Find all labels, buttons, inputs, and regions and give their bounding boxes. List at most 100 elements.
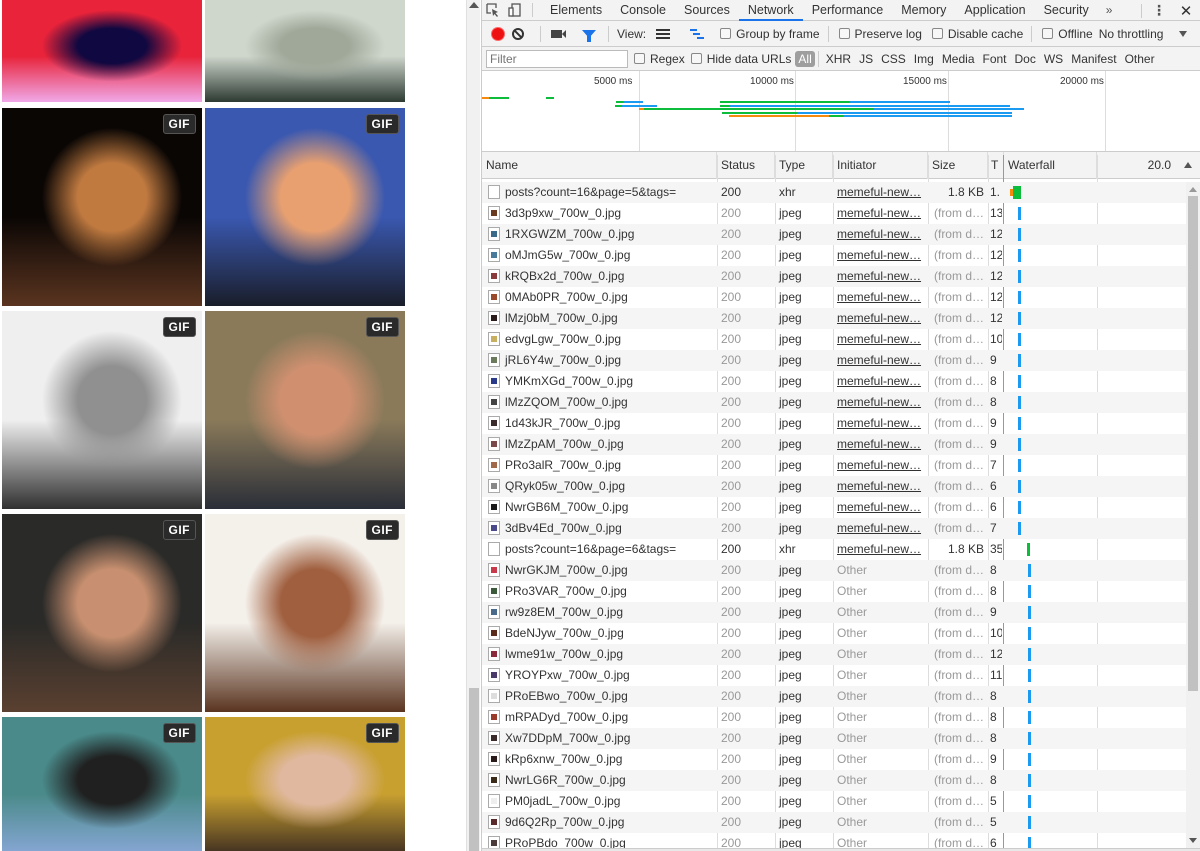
initiator-link[interactable]: memeful-new… — [837, 458, 921, 472]
more-tabs-button[interactable]: » — [1098, 3, 1121, 17]
request-row[interactable]: NwrLG6R_700w_0.jpg 200 jpeg Other (from d… 8 — [482, 770, 1187, 791]
tab-elements[interactable]: Elements — [541, 0, 611, 21]
initiator-link[interactable]: memeful-new… — [837, 248, 921, 262]
request-list-scrollbar[interactable] — [1186, 182, 1200, 851]
request-name-cell[interactable]: 1d43kJR_700w_0.jpg — [482, 413, 717, 434]
request-initiator[interactable]: memeful-new… — [833, 203, 928, 224]
request-row[interactable]: lwme91w_700w_0.jpg 200 jpeg Other (from d… 12 — [482, 644, 1187, 665]
request-name-cell[interactable]: NwrLG6R_700w_0.jpg — [482, 770, 717, 791]
request-name-cell[interactable]: kRp6xnw_700w_0.jpg — [482, 749, 717, 770]
column-header-waterfall[interactable]: Waterfall — [1004, 152, 1097, 179]
record-icon[interactable] — [492, 27, 504, 40]
initiator-link[interactable]: memeful-new… — [837, 416, 921, 430]
request-initiator[interactable]: memeful-new… — [833, 308, 928, 329]
request-row[interactable]: posts?count=16&page=6&tags= 200 xhr memeful… — [482, 539, 1187, 560]
filter-type-all[interactable]: All — [795, 50, 815, 67]
request-row[interactable]: 0MAb0PR_700w_0.jpg 200 jpeg memeful-new… (fr… — [482, 287, 1187, 308]
request-initiator[interactable]: memeful-new… — [833, 266, 928, 287]
filter-type-font[interactable]: Font — [979, 52, 1011, 66]
group-by-frame-checkbox[interactable] — [720, 28, 732, 39]
request-initiator[interactable]: memeful-new… — [833, 371, 928, 392]
request-row[interactable]: NwrGKJM_700w_0.jpg 200 jpeg Other (from d… 8 — [482, 560, 1187, 581]
request-name-cell[interactable]: posts?count=16&page=6&tags= — [482, 539, 717, 560]
close-devtools-icon[interactable]: ✕ — [1176, 2, 1196, 20]
request-row[interactable]: kRp6xnw_700w_0.jpg 200 jpeg Other (from d… 9 — [482, 749, 1187, 770]
request-name-cell[interactable]: Xw7DDpM_700w_0.jpg — [482, 728, 717, 749]
filter-type-img[interactable]: Img — [910, 52, 938, 66]
initiator-link[interactable]: memeful-new… — [837, 206, 921, 220]
disable-cache-checkbox[interactable] — [931, 28, 943, 39]
request-name-cell[interactable]: PRo3alR_700w_0.jpg — [482, 455, 717, 476]
request-row[interactable]: PRo3VAR_700w_0.jpg 200 jpeg Other (from d… 8 — [482, 581, 1187, 602]
overview-icon[interactable] — [690, 28, 705, 39]
gif-thumbnail[interactable]: GIF — [205, 311, 405, 509]
throttling-dropdown-icon[interactable] — [1179, 30, 1188, 37]
network-overview-timeline[interactable]: 5000 ms 10000 ms 15000 ms 20000 ms — [482, 71, 1200, 152]
gif-thumbnail[interactable]: GIF — [2, 311, 202, 509]
request-name-cell[interactable]: 3d3p9xw_700w_0.jpg — [482, 203, 717, 224]
sort-ascending-icon[interactable] — [1184, 162, 1192, 168]
filter-type-other[interactable]: Other — [1121, 52, 1159, 66]
initiator-link[interactable]: memeful-new… — [837, 311, 921, 325]
initiator-link[interactable]: memeful-new… — [837, 332, 921, 346]
request-row[interactable]: PRoEBwo_700w_0.jpg 200 jpeg Other (from d… 8 — [482, 686, 1187, 707]
column-header-time[interactable]: T — [988, 152, 1004, 179]
filter-type-media[interactable]: Media — [938, 52, 979, 66]
request-initiator[interactable]: memeful-new… — [833, 329, 928, 350]
request-name-cell[interactable]: YROYPxw_700w_0.jpg — [482, 665, 717, 686]
request-list-scrollbar-thumb[interactable] — [1188, 196, 1198, 691]
request-initiator[interactable]: memeful-new… — [833, 476, 928, 497]
request-initiator[interactable]: memeful-new… — [833, 245, 928, 266]
request-name-cell[interactable]: PM0jadL_700w_0.jpg — [482, 791, 717, 812]
request-initiator[interactable]: memeful-new… — [833, 287, 928, 308]
request-initiator[interactable]: memeful-new… — [833, 518, 928, 539]
tab-security[interactable]: Security — [1035, 0, 1098, 21]
request-name-cell[interactable]: lMzZpAM_700w_0.jpg — [482, 434, 717, 455]
gif-thumbnail[interactable]: GIF — [205, 514, 405, 712]
request-name-cell[interactable]: rw9z8EM_700w_0.jpg — [482, 602, 717, 623]
initiator-link[interactable]: memeful-new… — [837, 479, 921, 493]
request-initiator[interactable]: memeful-new… — [833, 434, 928, 455]
large-rows-icon[interactable] — [656, 28, 671, 39]
request-row[interactable]: lMzj0bM_700w_0.jpg 200 jpeg memeful-new… (fr… — [482, 308, 1187, 329]
request-name-cell[interactable]: QRyk05w_700w_0.jpg — [482, 476, 717, 497]
request-initiator[interactable]: memeful-new… — [833, 224, 928, 245]
request-name-cell[interactable]: posts?count=16&page=5&tags= — [482, 182, 717, 203]
request-name-cell[interactable]: lMzZQOM_700w_0.jpg — [482, 392, 717, 413]
filter-type-manifest[interactable]: Manifest — [1067, 52, 1120, 66]
initiator-link[interactable]: memeful-new… — [837, 395, 921, 409]
gif-thumbnail[interactable]: GIF — [2, 717, 202, 851]
gif-thumbnail[interactable]: GIF — [205, 717, 405, 851]
request-name-cell[interactable]: lMzj0bM_700w_0.jpg — [482, 308, 717, 329]
request-row[interactable]: 1RXGWZM_700w_0.jpg 200 jpeg memeful-new… (fr… — [482, 224, 1187, 245]
initiator-link[interactable]: memeful-new… — [837, 269, 921, 283]
request-name-cell[interactable]: PRo3VAR_700w_0.jpg — [482, 581, 717, 602]
request-name-cell[interactable]: YMKmXGd_700w_0.jpg — [482, 371, 717, 392]
scroll-up-arrow-icon[interactable] — [469, 2, 479, 8]
request-name-cell[interactable]: PRoEBwo_700w_0.jpg — [482, 686, 717, 707]
request-name-cell[interactable]: lwme91w_700w_0.jpg — [482, 644, 717, 665]
scroll-up-arrow-icon[interactable] — [1189, 187, 1197, 192]
initiator-link[interactable]: memeful-new… — [837, 437, 921, 451]
tab-console[interactable]: Console — [611, 0, 675, 21]
request-name-cell[interactable]: mRPADyd_700w_0.jpg — [482, 707, 717, 728]
regex-checkbox[interactable] — [634, 53, 645, 64]
request-row[interactable]: lMzZpAM_700w_0.jpg 200 jpeg memeful-new… (fr… — [482, 434, 1187, 455]
tab-memory[interactable]: Memory — [892, 0, 955, 21]
column-header-size[interactable]: Size — [928, 152, 988, 179]
request-name-cell[interactable]: oMJmG5w_700w_0.jpg — [482, 245, 717, 266]
request-row[interactable]: edvgLgw_700w_0.jpg 200 jpeg memeful-new… (fr… — [482, 329, 1187, 350]
filter-type-css[interactable]: CSS — [877, 52, 910, 66]
request-name-cell[interactable]: 9d6Q2Rp_700w_0.jpg — [482, 812, 717, 833]
gif-thumbnail[interactable]: GIF — [205, 108, 405, 306]
filter-input[interactable] — [486, 49, 628, 68]
request-row[interactable]: mRPADyd_700w_0.jpg 200 jpeg Other (from d… 8 — [482, 707, 1187, 728]
request-name-cell[interactable]: NwrGB6M_700w_0.jpg — [482, 497, 717, 518]
page-scrollbar-thumb[interactable] — [469, 688, 479, 851]
tab-network[interactable]: Network — [738, 0, 803, 21]
gif-thumbnail[interactable]: GIF — [2, 108, 202, 306]
request-name-cell[interactable]: BdeNJyw_700w_0.jpg — [482, 623, 717, 644]
request-initiator[interactable]: memeful-new… — [833, 182, 928, 203]
request-row[interactable]: BdeNJyw_700w_0.jpg 200 jpeg Other (from d… 10 — [482, 623, 1187, 644]
request-row[interactable]: lMzZQOM_700w_0.jpg 200 jpeg memeful-new… (fr… — [482, 392, 1187, 413]
